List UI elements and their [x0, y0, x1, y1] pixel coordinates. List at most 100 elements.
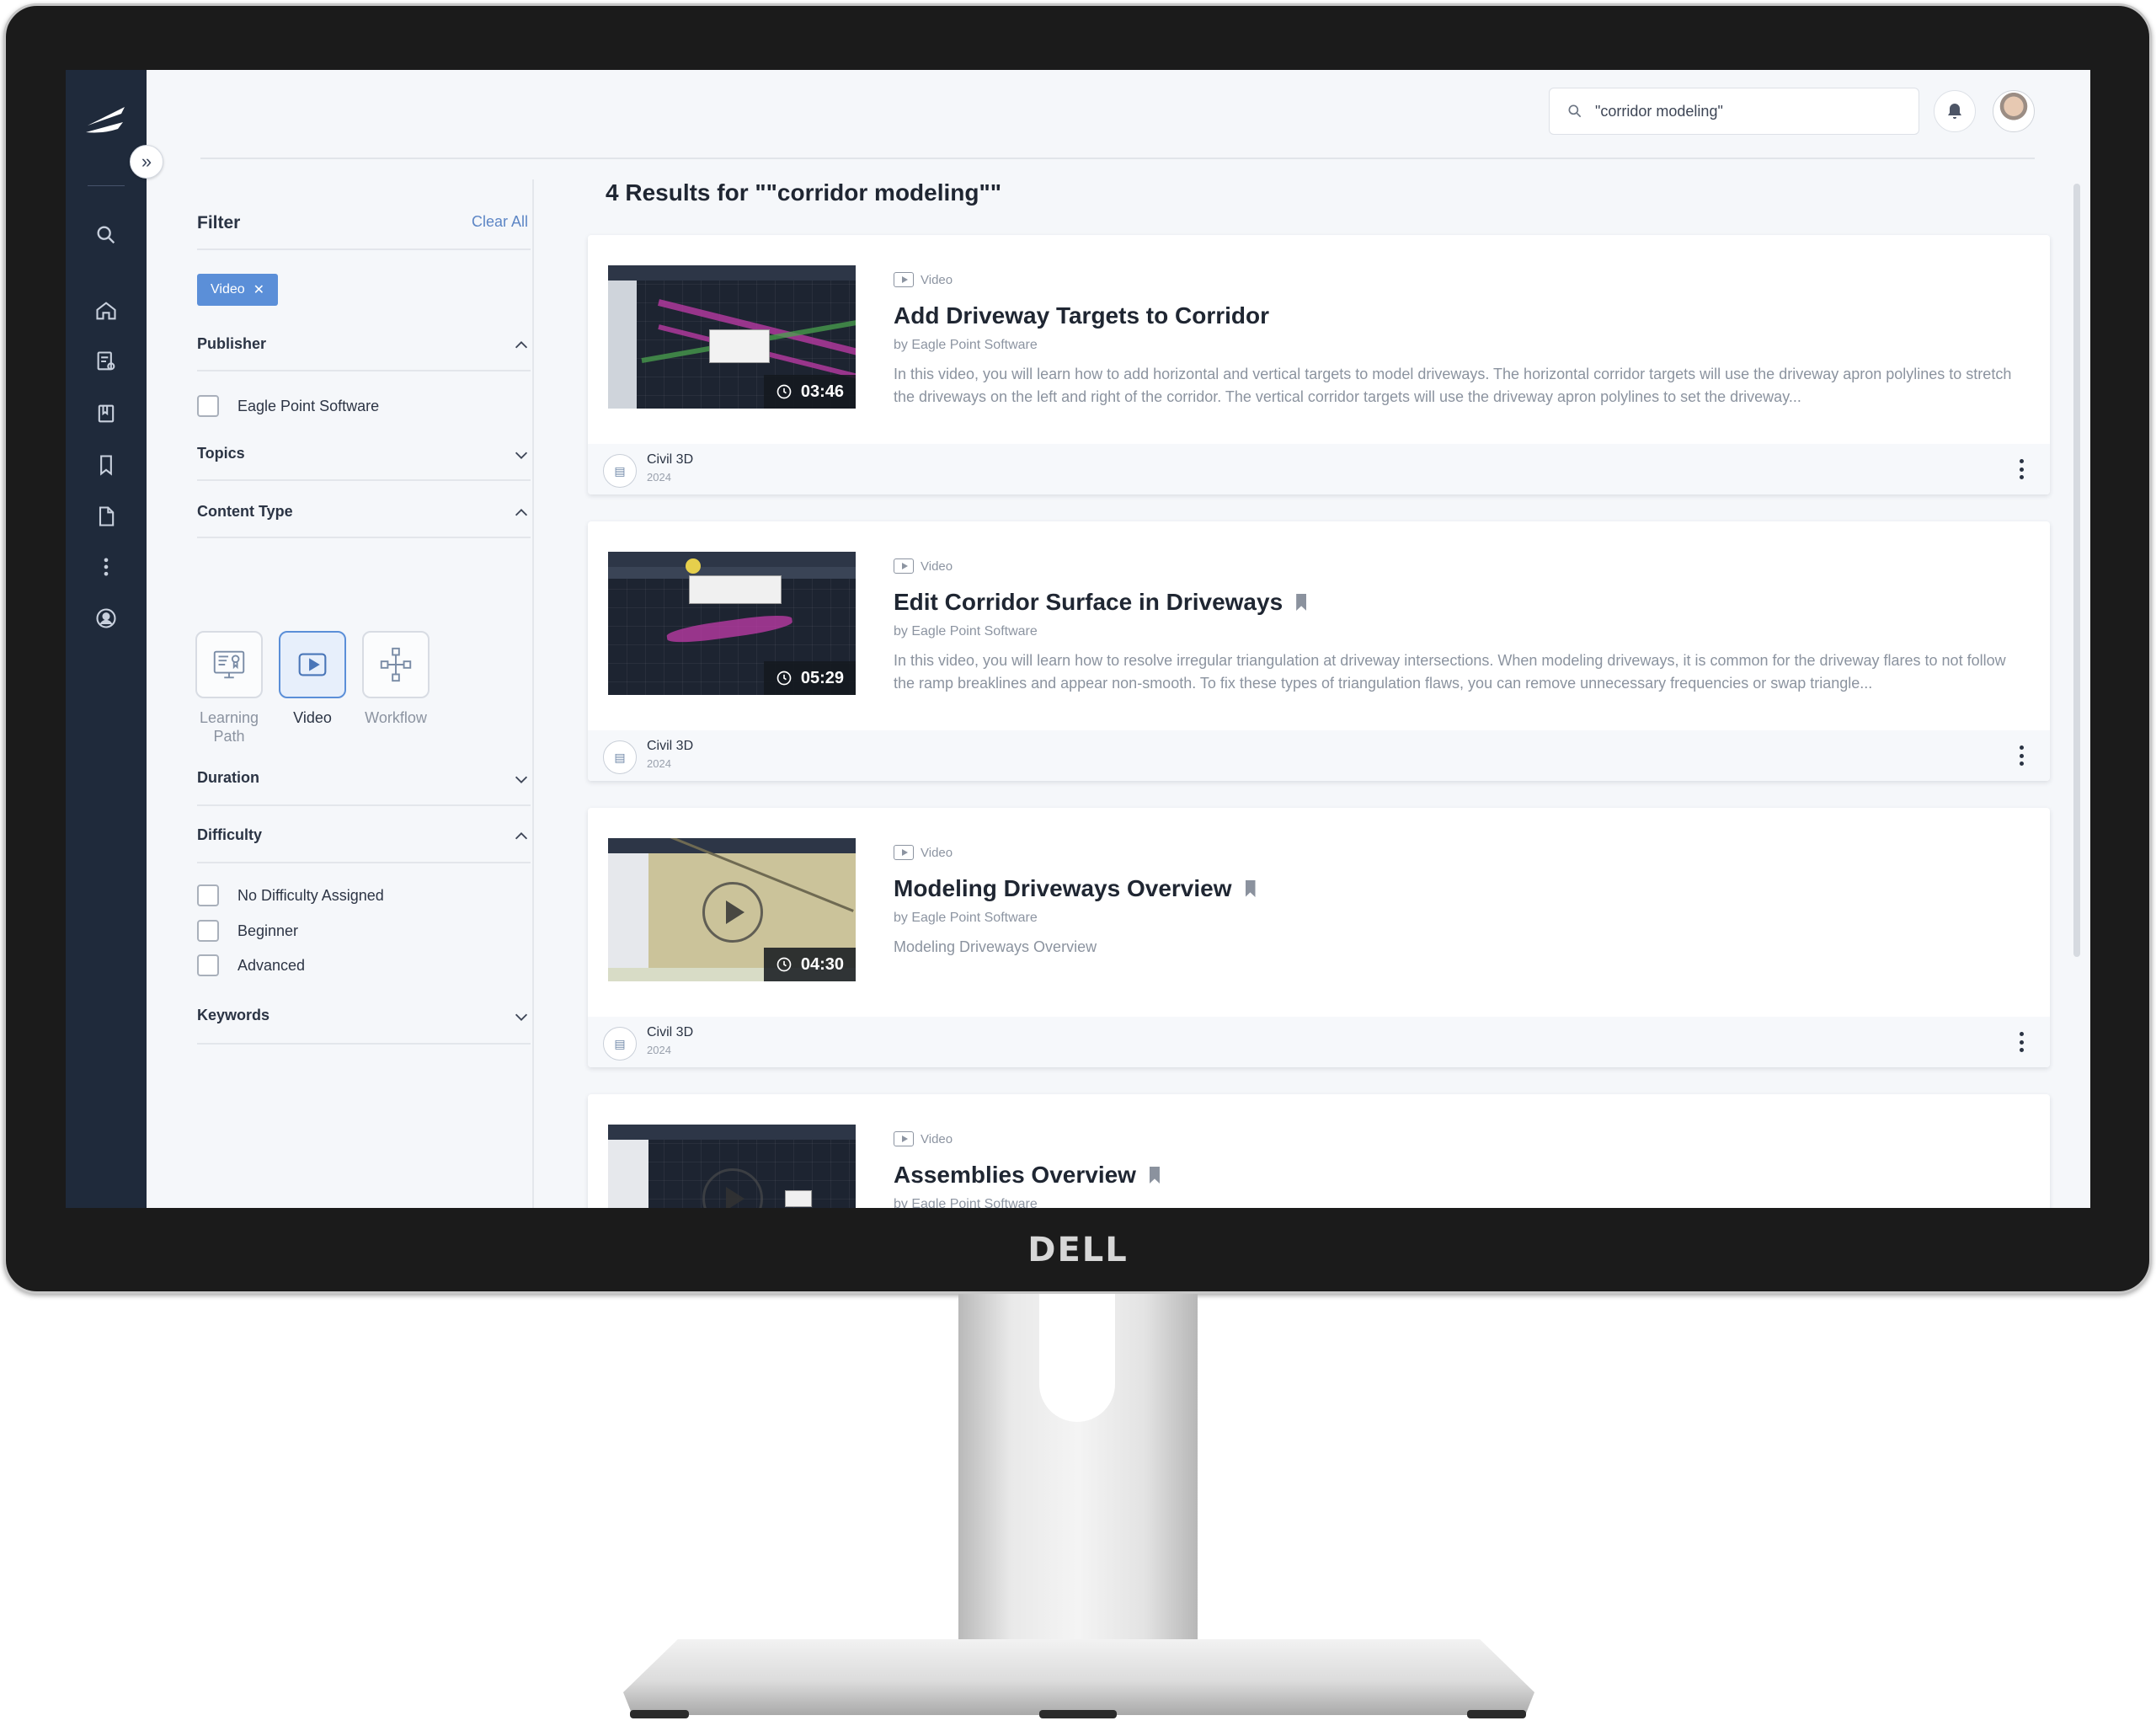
content-type-label: Workflow: [365, 709, 427, 726]
stand-foot: [630, 1710, 689, 1718]
result-title[interactable]: Modeling Driveways Overview: [894, 875, 1256, 902]
search-icon: [1568, 104, 1582, 118]
topics-section-title[interactable]: Topics: [197, 445, 245, 462]
video-thumbnail[interactable]: 03:46: [608, 265, 856, 409]
difficulty-option[interactable]: Beginner: [197, 920, 298, 942]
app-year: 2024: [647, 757, 671, 770]
close-icon[interactable]: ✕: [253, 281, 264, 298]
divider: [197, 1043, 531, 1045]
top-divider: [200, 158, 2035, 159]
bookmark-icon[interactable]: [1296, 594, 1307, 611]
app-year: 2024: [647, 471, 671, 484]
result-description: Modeling Driveways Overview: [894, 938, 1097, 955]
monitor-stand-base: [623, 1639, 1534, 1715]
results-heading: 4 Results for ""corridor modeling"": [606, 179, 1002, 206]
more-vertical-icon[interactable]: [93, 553, 120, 580]
chevron-up-icon[interactable]: [512, 827, 531, 846]
result-card[interactable]: 03:46 Video Add Driveway Targets to Corr…: [588, 235, 2050, 494]
result-title[interactable]: Edit Corridor Surface in Driveways: [894, 589, 1307, 616]
chevron-down-icon[interactable]: [512, 446, 531, 464]
video-thumbnail[interactable]: 04:30: [608, 838, 856, 981]
result-description: In this video, you will learn how to add…: [894, 366, 2012, 405]
keywords-section-title[interactable]: Keywords: [197, 1007, 270, 1024]
divider: [197, 537, 531, 538]
result-title[interactable]: Add Driveway Targets to Corridor: [894, 302, 1269, 329]
divider: [197, 862, 531, 863]
search-icon[interactable]: [93, 222, 120, 248]
video-icon: [894, 558, 914, 574]
duration-badge: 03:46: [763, 375, 856, 409]
content-type-label: Video: [293, 709, 332, 726]
divider: [197, 248, 531, 250]
publisher-byline: by Eagle Point Software: [894, 624, 1038, 639]
filter-title: Filter: [197, 213, 241, 232]
content-type-learning-path[interactable]: Learning Path: [194, 631, 264, 745]
card-footer: ▤ Civil 3D 2024: [588, 1017, 2050, 1067]
notifications-button[interactable]: [1934, 90, 1976, 132]
civil-3d-icon: ▤: [603, 454, 637, 488]
courses-icon[interactable]: [93, 348, 120, 375]
card-footer: ▤ Civil 3D 2024: [588, 730, 2050, 781]
clear-all-link[interactable]: Clear All: [472, 213, 528, 231]
video-thumbnail[interactable]: [608, 1125, 856, 1208]
search-input[interactable]: [1595, 102, 1898, 120]
more-options-icon[interactable]: [2018, 745, 2025, 766]
chevron-up-icon[interactable]: [512, 336, 531, 355]
checkbox[interactable]: [197, 920, 219, 942]
publisher-option[interactable]: Eagle Point Software: [197, 395, 379, 417]
app-name: Civil 3D: [647, 1025, 694, 1039]
content-type-label: Learning Path: [199, 709, 259, 745]
video-thumbnail[interactable]: 05:29: [608, 552, 856, 695]
content-type-tag: Video: [894, 558, 953, 574]
library-icon[interactable]: [93, 400, 120, 427]
more-options-icon[interactable]: [2018, 459, 2025, 479]
result-card[interactable]: 05:29 Video Edit Corridor Surface in Dri…: [588, 521, 2050, 781]
content-type-video[interactable]: Video: [277, 631, 348, 727]
expand-sidebar-button[interactable]: »: [130, 145, 163, 179]
clock-icon: [776, 671, 792, 686]
publisher-section-title[interactable]: Publisher: [197, 335, 266, 353]
result-card[interactable]: 04:30 Video Modeling Driveways Overview …: [588, 808, 2050, 1067]
result-card[interactable]: Video Assemblies Overview by Eagle Point…: [588, 1094, 2050, 1208]
difficulty-option[interactable]: No Difficulty Assigned: [197, 884, 384, 906]
divider: [197, 804, 531, 806]
chevron-up-icon[interactable]: [512, 504, 531, 522]
checkbox[interactable]: [197, 884, 219, 906]
result-title[interactable]: Assemblies Overview: [894, 1162, 1160, 1189]
app-logo[interactable]: [84, 104, 128, 137]
results-scrollbar[interactable]: [2073, 184, 2080, 957]
app-screen: » Filter Clear All Video ✕ Publisher Eag…: [66, 70, 2090, 1208]
card-footer: ▤ Civil 3D 2024: [588, 444, 2050, 494]
difficulty-section-title[interactable]: Difficulty: [197, 826, 262, 844]
active-filter-chip[interactable]: Video ✕: [197, 274, 279, 306]
checkbox-label: No Difficulty Assigned: [237, 886, 384, 904]
user-profile-icon[interactable]: [93, 605, 120, 632]
duration-section-title[interactable]: Duration: [197, 769, 259, 787]
publisher-byline: by Eagle Point Software: [894, 338, 1038, 352]
content-type-workflow[interactable]: Workflow: [360, 631, 431, 727]
content-type-section-title[interactable]: Content Type: [197, 503, 293, 521]
top-bar: [147, 70, 2090, 158]
chevron-down-icon[interactable]: [512, 770, 531, 788]
document-icon[interactable]: [93, 503, 120, 530]
more-options-icon[interactable]: [2018, 1032, 2025, 1052]
clock-icon: [776, 384, 792, 399]
bookmark-icon[interactable]: [1245, 880, 1256, 897]
play-icon[interactable]: [702, 882, 763, 943]
bookmark-icon[interactable]: [93, 452, 120, 478]
search-box[interactable]: [1549, 88, 1919, 135]
publisher-byline: by Eagle Point Software: [894, 1197, 1038, 1208]
avatar[interactable]: [1993, 90, 2035, 132]
side-rail: [66, 70, 147, 1208]
content-type-tag: Video: [894, 272, 953, 287]
checkbox[interactable]: [197, 395, 219, 417]
difficulty-option[interactable]: Advanced: [197, 954, 305, 976]
checkbox[interactable]: [197, 954, 219, 976]
monitor-stand-cutout: [1039, 1294, 1115, 1422]
bookmark-icon[interactable]: [1149, 1167, 1160, 1184]
home-icon[interactable]: [93, 297, 120, 324]
chevron-down-icon[interactable]: [512, 1007, 531, 1026]
bell-icon: [1948, 104, 1961, 119]
video-icon: [298, 653, 327, 676]
app-year: 2024: [647, 1044, 671, 1056]
